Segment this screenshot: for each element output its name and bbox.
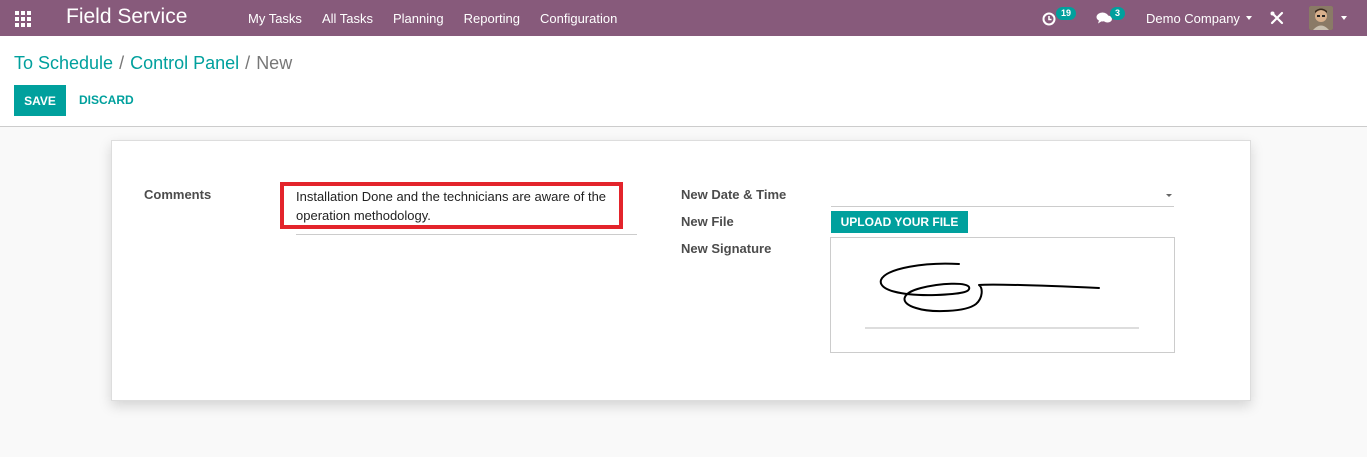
save-button[interactable]: SAVE: [14, 85, 66, 116]
new-signature-label: New Signature: [681, 241, 772, 256]
control-panel: To Schedule / Control Panel / New SAVE D…: [0, 36, 1367, 127]
tools-icon: [1270, 11, 1284, 25]
form-sheet: Comments Installation Done and the techn…: [111, 140, 1251, 401]
menu-all-tasks[interactable]: All Tasks: [322, 11, 373, 26]
company-switcher[interactable]: Demo Company: [1146, 0, 1252, 36]
new-date-select[interactable]: [831, 185, 1174, 207]
activity-count-badge: 19: [1056, 7, 1077, 20]
chevron-down-icon: [1245, 16, 1252, 20]
upload-file-button[interactable]: UPLOAD YOUR FILE: [831, 211, 968, 233]
message-count-badge: 3: [1110, 7, 1126, 20]
comments-label: Comments: [144, 187, 212, 202]
clock-icon: [1042, 12, 1056, 25]
signature-drawing: [865, 262, 1139, 329]
chevron-down-icon: [1166, 194, 1172, 197]
apps-grid-icon[interactable]: [15, 11, 31, 27]
company-name: Demo Company: [1146, 10, 1240, 26]
chevron-down-icon: [1341, 16, 1347, 20]
breadcrumb-current: New: [256, 53, 293, 73]
new-file-label: New File: [681, 214, 734, 229]
signature-pad[interactable]: [830, 237, 1175, 353]
user-menu[interactable]: [1309, 0, 1347, 36]
new-date-label: New Date & Time: [681, 187, 787, 202]
avatar: [1309, 6, 1333, 30]
debug-tools[interactable]: [1270, 0, 1284, 36]
top-navbar: Field Service My Tasks All Tasks Plannin…: [0, 0, 1367, 36]
breadcrumb-control-panel[interactable]: Control Panel: [130, 53, 239, 74]
app-brand[interactable]: Field Service: [66, 5, 187, 29]
breadcrumb-separator: /: [119, 53, 125, 73]
comments-underline: [296, 234, 637, 235]
main-menu: My Tasks All Tasks Planning Reporting Co…: [248, 0, 637, 36]
menu-reporting[interactable]: Reporting: [464, 11, 520, 26]
activity-menu[interactable]: 19: [1042, 0, 1082, 36]
discard-button[interactable]: DISCARD: [79, 85, 134, 116]
comments-field[interactable]: Installation Done and the technicians ar…: [296, 187, 626, 225]
breadcrumb-separator: /: [245, 53, 251, 73]
breadcrumb-to-schedule[interactable]: To Schedule: [14, 53, 113, 74]
messaging-menu[interactable]: 3: [1096, 0, 1132, 36]
breadcrumb: To Schedule / Control Panel / New: [14, 53, 292, 74]
menu-planning[interactable]: Planning: [393, 11, 444, 26]
menu-my-tasks[interactable]: My Tasks: [248, 11, 302, 26]
menu-configuration[interactable]: Configuration: [540, 11, 617, 26]
